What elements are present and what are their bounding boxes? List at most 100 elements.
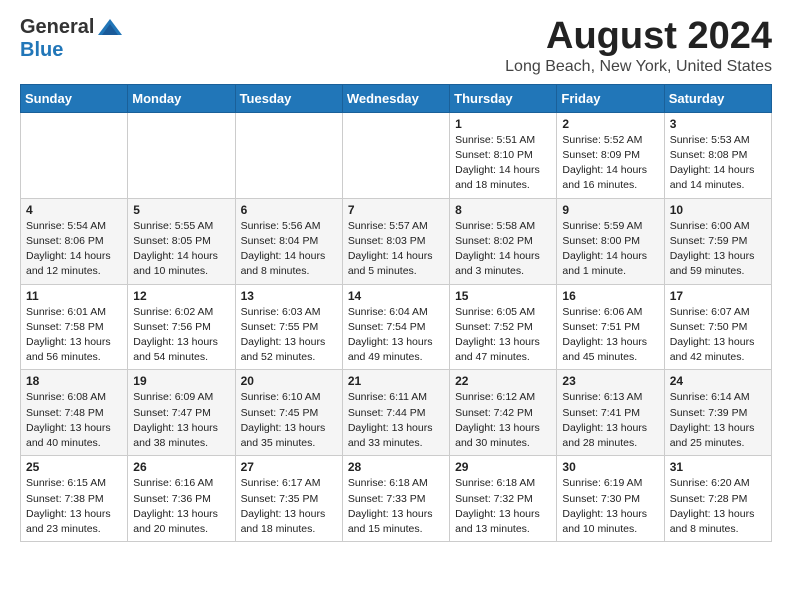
day-detail: Sunrise: 6:18 AM Sunset: 7:33 PM Dayligh…: [348, 476, 444, 537]
day-number: 15: [455, 289, 551, 303]
day-detail: Sunrise: 6:11 AM Sunset: 7:44 PM Dayligh…: [348, 390, 444, 451]
calendar-cell: 14Sunrise: 6:04 AM Sunset: 7:54 PM Dayli…: [342, 284, 449, 370]
title-area: August 2024 Long Beach, New York, United…: [505, 16, 772, 76]
day-detail: Sunrise: 6:08 AM Sunset: 7:48 PM Dayligh…: [26, 390, 122, 451]
calendar-cell: 9 Sunrise: 5:59 AM Sunset: 8:00 PM Daylig…: [557, 198, 664, 284]
calendar-cell: 21 Sunrise: 6:11 AM Sunset: 7:44 PM Dayli…: [342, 370, 449, 456]
day-detail: Sunrise: 5:53 AM Sunset: 8:08 PM Dayligh…: [670, 133, 766, 194]
column-header-friday: Friday: [557, 84, 664, 112]
logo: General Blue: [20, 16, 124, 62]
calendar-cell: 12 Sunrise: 6:02 AM Sunset: 7:56 PM Dayli…: [128, 284, 235, 370]
day-number: 26: [133, 460, 229, 474]
calendar-cell: 4Sunrise: 5:54 AM Sunset: 8:06 PM Daylig…: [21, 198, 128, 284]
day-number: 3: [670, 117, 766, 131]
day-number: 31: [670, 460, 766, 474]
day-detail: Sunrise: 6:12 AM Sunset: 7:42 PM Dayligh…: [455, 390, 551, 451]
day-number: 30: [562, 460, 658, 474]
day-number: 18: [26, 374, 122, 388]
calendar-cell: 13 Sunrise: 6:03 AM Sunset: 7:55 PM Dayli…: [235, 284, 342, 370]
day-detail: Sunrise: 6:17 AM Sunset: 7:35 PM Dayligh…: [241, 476, 337, 537]
calendar-cell: 5 Sunrise: 5:55 AM Sunset: 8:05 PM Daylig…: [128, 198, 235, 284]
calendar-cell: 27 Sunrise: 6:17 AM Sunset: 7:35 PM Dayli…: [235, 456, 342, 542]
logo-general-text: General: [20, 16, 94, 39]
calendar-cell: 20 Sunrise: 6:10 AM Sunset: 7:45 PM Dayli…: [235, 370, 342, 456]
day-number: 7: [348, 203, 444, 217]
day-detail: Sunrise: 6:02 AM Sunset: 7:56 PM Dayligh…: [133, 305, 229, 366]
day-detail: Sunrise: 6:15 AM Sunset: 7:38 PM Dayligh…: [26, 476, 122, 537]
day-detail: Sunrise: 5:55 AM Sunset: 8:05 PM Dayligh…: [133, 219, 229, 280]
column-header-thursday: Thursday: [450, 84, 557, 112]
day-number: 28: [348, 460, 444, 474]
calendar-cell: [235, 112, 342, 198]
day-detail: Sunrise: 5:59 AM Sunset: 8:00 PM Dayligh…: [562, 219, 658, 280]
calendar-header: SundayMondayTuesdayWednesdayThursdayFrid…: [21, 84, 772, 112]
column-header-monday: Monday: [128, 84, 235, 112]
calendar-cell: 3 Sunrise: 5:53 AM Sunset: 8:08 PM Daylig…: [664, 112, 771, 198]
day-number: 20: [241, 374, 337, 388]
calendar-cell: [342, 112, 449, 198]
day-number: 6: [241, 203, 337, 217]
day-number: 19: [133, 374, 229, 388]
day-detail: Sunrise: 6:00 AM Sunset: 7:59 PM Dayligh…: [670, 219, 766, 280]
day-number: 5: [133, 203, 229, 217]
day-number: 29: [455, 460, 551, 474]
calendar-cell: 23Sunrise: 6:13 AM Sunset: 7:41 PM Dayli…: [557, 370, 664, 456]
day-detail: Sunrise: 6:20 AM Sunset: 7:28 PM Dayligh…: [670, 476, 766, 537]
calendar-week-4: 18 Sunrise: 6:08 AM Sunset: 7:48 PM Dayli…: [21, 370, 772, 456]
column-header-wednesday: Wednesday: [342, 84, 449, 112]
page-header: General Blue August 2024 Long Beach, New…: [20, 16, 772, 76]
day-number: 21: [348, 374, 444, 388]
day-detail: Sunrise: 6:01 AM Sunset: 7:58 PM Dayligh…: [26, 305, 122, 366]
calendar-title: August 2024: [505, 16, 772, 58]
calendar-cell: 8 Sunrise: 5:58 AM Sunset: 8:02 PM Daylig…: [450, 198, 557, 284]
calendar-cell: 2Sunrise: 5:52 AM Sunset: 8:09 PM Daylig…: [557, 112, 664, 198]
calendar-cell: 16Sunrise: 6:06 AM Sunset: 7:51 PM Dayli…: [557, 284, 664, 370]
day-number: 10: [670, 203, 766, 217]
logo-blue-text: Blue: [20, 39, 63, 62]
calendar-subtitle: Long Beach, New York, United States: [505, 58, 772, 76]
day-number: 24: [670, 374, 766, 388]
calendar-cell: 7 Sunrise: 5:57 AM Sunset: 8:03 PM Daylig…: [342, 198, 449, 284]
day-detail: Sunrise: 5:57 AM Sunset: 8:03 PM Dayligh…: [348, 219, 444, 280]
calendar-week-3: 11 Sunrise: 6:01 AM Sunset: 7:58 PM Dayli…: [21, 284, 772, 370]
day-detail: Sunrise: 5:58 AM Sunset: 8:02 PM Dayligh…: [455, 219, 551, 280]
calendar-cell: 31 Sunrise: 6:20 AM Sunset: 7:28 PM Dayli…: [664, 456, 771, 542]
column-header-tuesday: Tuesday: [235, 84, 342, 112]
calendar-cell: 1Sunrise: 5:51 AM Sunset: 8:10 PM Daylig…: [450, 112, 557, 198]
calendar-week-2: 4Sunrise: 5:54 AM Sunset: 8:06 PM Daylig…: [21, 198, 772, 284]
calendar-cell: [21, 112, 128, 198]
calendar-cell: 25Sunrise: 6:15 AM Sunset: 7:38 PM Dayli…: [21, 456, 128, 542]
day-number: 27: [241, 460, 337, 474]
calendar-table: SundayMondayTuesdayWednesdayThursdayFrid…: [20, 84, 772, 542]
calendar-body: 1Sunrise: 5:51 AM Sunset: 8:10 PM Daylig…: [21, 112, 772, 541]
day-number: 13: [241, 289, 337, 303]
day-number: 1: [455, 117, 551, 131]
header-row: SundayMondayTuesdayWednesdayThursdayFrid…: [21, 84, 772, 112]
calendar-cell: 29 Sunrise: 6:18 AM Sunset: 7:32 PM Dayli…: [450, 456, 557, 542]
calendar-cell: 11 Sunrise: 6:01 AM Sunset: 7:58 PM Dayli…: [21, 284, 128, 370]
day-number: 17: [670, 289, 766, 303]
day-detail: Sunrise: 6:14 AM Sunset: 7:39 PM Dayligh…: [670, 390, 766, 451]
day-number: 9: [562, 203, 658, 217]
day-detail: Sunrise: 6:10 AM Sunset: 7:45 PM Dayligh…: [241, 390, 337, 451]
calendar-cell: 19Sunrise: 6:09 AM Sunset: 7:47 PM Dayli…: [128, 370, 235, 456]
calendar-cell: 6 Sunrise: 5:56 AM Sunset: 8:04 PM Daylig…: [235, 198, 342, 284]
calendar-cell: 30Sunrise: 6:19 AM Sunset: 7:30 PM Dayli…: [557, 456, 664, 542]
calendar-cell: 22Sunrise: 6:12 AM Sunset: 7:42 PM Dayli…: [450, 370, 557, 456]
day-number: 12: [133, 289, 229, 303]
calendar-cell: 26Sunrise: 6:16 AM Sunset: 7:36 PM Dayli…: [128, 456, 235, 542]
day-detail: Sunrise: 5:56 AM Sunset: 8:04 PM Dayligh…: [241, 219, 337, 280]
calendar-cell: 10 Sunrise: 6:00 AM Sunset: 7:59 PM Dayli…: [664, 198, 771, 284]
day-number: 16: [562, 289, 658, 303]
column-header-saturday: Saturday: [664, 84, 771, 112]
logo-icon: [96, 17, 124, 39]
calendar-cell: 18 Sunrise: 6:08 AM Sunset: 7:48 PM Dayli…: [21, 370, 128, 456]
day-number: 11: [26, 289, 122, 303]
day-detail: Sunrise: 6:07 AM Sunset: 7:50 PM Dayligh…: [670, 305, 766, 366]
day-detail: Sunrise: 6:13 AM Sunset: 7:41 PM Dayligh…: [562, 390, 658, 451]
day-detail: Sunrise: 6:03 AM Sunset: 7:55 PM Dayligh…: [241, 305, 337, 366]
day-number: 8: [455, 203, 551, 217]
day-detail: Sunrise: 6:18 AM Sunset: 7:32 PM Dayligh…: [455, 476, 551, 537]
calendar-cell: 17 Sunrise: 6:07 AM Sunset: 7:50 PM Dayli…: [664, 284, 771, 370]
calendar-cell: 24 Sunrise: 6:14 AM Sunset: 7:39 PM Dayli…: [664, 370, 771, 456]
